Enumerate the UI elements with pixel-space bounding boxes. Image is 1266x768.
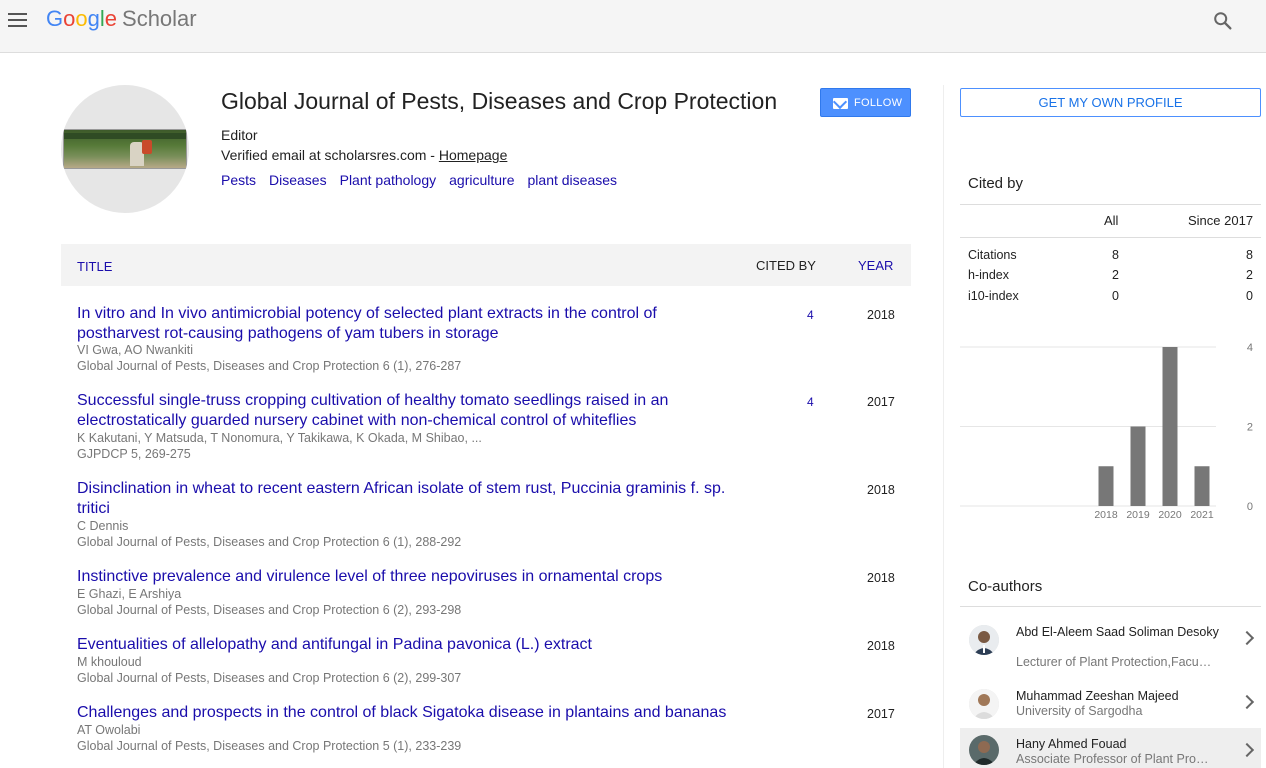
- coauthors-title: Co-authors: [968, 578, 1043, 595]
- article-authors: VI Gwa, AO Nwankiti: [77, 343, 194, 357]
- chart-y-tick-label: 4: [1247, 342, 1253, 354]
- article-title-link[interactable]: Disinclination in wheat to recent easter…: [77, 479, 737, 519]
- chart-x-tick-label: 2019: [1126, 509, 1150, 521]
- chart-bar: [1098, 466, 1114, 506]
- article-year: 2018: [867, 483, 895, 497]
- chevron-right-icon: [1239, 694, 1255, 710]
- chart-x-tick-label: 2018: [1094, 509, 1118, 521]
- coauthor-name: Hany Ahmed Fouad: [1016, 737, 1127, 751]
- sort-by-title[interactable]: TITLE: [77, 259, 112, 274]
- chevron-right-icon: [1239, 630, 1255, 646]
- divider: [960, 204, 1261, 205]
- cited-by-title: Cited by: [968, 175, 1024, 192]
- cited-by-count[interactable]: 4: [807, 395, 814, 409]
- article-year: 2018: [867, 308, 895, 322]
- coauthor-item[interactable]: Hany Ahmed Fouad Associate Professor of …: [960, 728, 1261, 768]
- article-authors: AT Owolabi: [77, 723, 141, 737]
- article-authors: M khouloud: [77, 655, 142, 669]
- follow-button[interactable]: FOLLOW: [820, 88, 911, 117]
- metric-since: 0: [1246, 289, 1253, 303]
- coauthor-name: Abd El-Aleem Saad Soliman Desoky: [1016, 625, 1219, 639]
- col-since-header: Since 2017: [1188, 213, 1254, 228]
- coauthor-avatar: [969, 625, 999, 655]
- chart-y-tick-label: 2: [1247, 422, 1253, 434]
- metric-label: Citations: [968, 248, 1017, 262]
- article-title-link[interactable]: Instinctive prevalence and virulence lev…: [77, 567, 737, 587]
- interest-link[interactable]: agriculture: [449, 172, 514, 188]
- research-interests: Pests Diseases Plant pathology agriculture p…: [221, 172, 630, 188]
- metric-all: 0: [1112, 289, 1119, 303]
- coauthor-item[interactable]: Abd El-Aleem Saad Soliman Desoky Lecture…: [960, 616, 1261, 676]
- email-text: Verified email at scholarsres.com -: [221, 147, 439, 163]
- follow-label: FOLLOW: [854, 97, 903, 109]
- article-title-link[interactable]: Eventualities of allelopathy and antifun…: [77, 635, 737, 655]
- coauthor-affiliation: Lecturer of Plant Protection,Facu…: [1016, 655, 1212, 669]
- chart-bar: [1162, 347, 1178, 506]
- profile-affiliation: Editor: [221, 127, 258, 143]
- chart-bar: [1130, 426, 1146, 506]
- column-divider: [943, 85, 944, 768]
- interest-link[interactable]: Plant pathology: [340, 172, 437, 188]
- chart-x-tick-label: 2021: [1190, 509, 1214, 521]
- metric-label: i10-index: [968, 289, 1019, 303]
- article-authors: E Ghazi, E Arshiya: [77, 587, 182, 601]
- cited-by-header: CITED BY: [756, 258, 816, 273]
- article-venue: Global Journal of Pests, Diseases and Cr…: [77, 603, 462, 617]
- chart-bar: [1194, 466, 1210, 506]
- interest-link[interactable]: plant diseases: [528, 172, 618, 188]
- sort-by-year[interactable]: YEAR: [858, 258, 893, 273]
- col-all-header: All: [1104, 213, 1119, 228]
- coauthor-name: Muhammad Zeeshan Majeed: [1016, 689, 1179, 703]
- interest-link[interactable]: Pests: [221, 172, 256, 188]
- article-venue: Global Journal of Pests, Diseases and Cr…: [77, 671, 462, 685]
- metric-all: 8: [1112, 248, 1119, 262]
- google-scholar-logo[interactable]: Google Scholar: [46, 6, 197, 32]
- metric-all: 2: [1112, 268, 1119, 282]
- article-authors: K Kakutani, Y Matsuda, T Nonomura, Y Tak…: [77, 431, 482, 445]
- article-title-link[interactable]: Challenges and prospects in the control …: [77, 703, 737, 723]
- coauthor-avatar: [969, 689, 999, 719]
- article-year: 2017: [867, 707, 895, 721]
- chart-x-tick-label: 2020: [1158, 509, 1182, 521]
- cited-by-count[interactable]: 4: [807, 308, 814, 322]
- profile-email: Verified email at scholarsres.com - Home…: [221, 147, 507, 163]
- article-venue: GJPDCP 5, 269-275: [77, 447, 191, 461]
- top-bar: Google Scholar: [0, 0, 1266, 53]
- profile-name: Global Journal of Pests, Diseases and Cr…: [221, 88, 778, 114]
- article-year: 2017: [867, 395, 895, 409]
- divider: [960, 237, 1261, 238]
- article-title-link[interactable]: Successful single-truss cropping cultiva…: [77, 391, 737, 431]
- envelope-icon: [833, 98, 848, 109]
- divider: [960, 606, 1261, 607]
- metric-since: 8: [1246, 248, 1253, 262]
- interest-link[interactable]: Diseases: [269, 172, 327, 188]
- coauthor-affiliation: Associate Professor of Plant Pro…: [1016, 752, 1209, 766]
- article-venue: Global Journal of Pests, Diseases and Cr…: [77, 739, 462, 753]
- homepage-link[interactable]: Homepage: [439, 147, 508, 163]
- profile-photo: [61, 85, 189, 213]
- article-year: 2018: [867, 571, 895, 585]
- metric-since: 2: [1246, 268, 1253, 282]
- coauthor-item[interactable]: Muhammad Zeeshan Majeed University of Sa…: [960, 680, 1261, 726]
- menu-icon[interactable]: [8, 10, 28, 30]
- search-icon[interactable]: [1212, 10, 1234, 32]
- article-venue: Global Journal of Pests, Diseases and Cr…: [77, 359, 462, 373]
- article-venue: Global Journal of Pests, Diseases and Cr…: [77, 535, 462, 549]
- article-title-link[interactable]: In vitro and In vivo antimicrobial poten…: [77, 304, 737, 344]
- get-my-own-profile-button[interactable]: GET MY OWN PROFILE: [960, 88, 1261, 117]
- chevron-right-icon: [1239, 742, 1255, 758]
- articles-table-header: TITLE CITED BY YEAR: [61, 244, 911, 286]
- chart-y-tick-label: 0: [1247, 501, 1253, 513]
- coauthor-avatar: [969, 735, 999, 765]
- coauthor-affiliation: University of Sargodha: [1016, 704, 1143, 718]
- citations-per-year-chart: 0 2 4 2018 2019 2020 2021: [960, 342, 1253, 521]
- article-year: 2018: [867, 639, 895, 653]
- article-authors: C Dennis: [77, 519, 129, 533]
- metric-label: h-index: [968, 268, 1009, 282]
